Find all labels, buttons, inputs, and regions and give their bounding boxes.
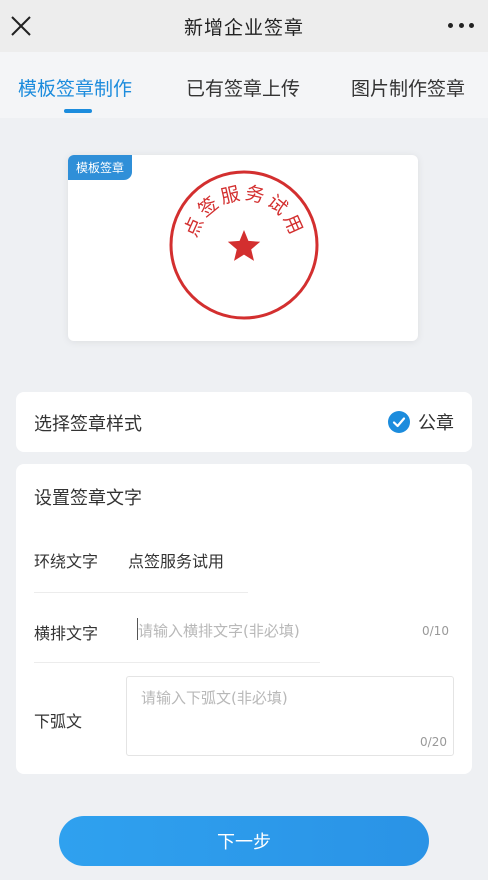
section-title: 设置签章文字 [34, 488, 142, 509]
tab-upload-seal[interactable]: 已有签章上传 [186, 74, 300, 101]
lower-arc-input[interactable]: 请输入下弧文(非必填) 0/20 [126, 676, 454, 756]
template-badge: 模板签章 [68, 155, 133, 180]
tab-bar: 模板签章制作 已有签章上传 图片制作签章 [0, 52, 488, 118]
lower-arc-label: 下弧文 [34, 712, 83, 731]
horizontal-text-input[interactable]: 请输入横排文字(非必填) [138, 620, 300, 641]
checkmark-icon[interactable] [388, 411, 410, 433]
seal-text-section: 设置签章文字 环绕文字 点签服务试用 横排文字 请输入横排文字(非必填) 0/1… [16, 464, 472, 774]
active-tab-indicator [64, 109, 92, 113]
divider [34, 662, 320, 663]
lower-arc-placeholder: 请输入下弧文(非必填) [141, 689, 288, 707]
seal-preview-card: 模板签章 点签服务试用 [68, 155, 418, 341]
next-step-button[interactable]: 下一步 [59, 816, 429, 866]
more-dots-icon[interactable] [448, 21, 474, 29]
seal-style-option[interactable]: 公章 [388, 409, 454, 435]
seal-style-option-label: 公章 [418, 413, 454, 434]
horizontal-text-counter: 0/10 [422, 624, 449, 638]
close-icon[interactable] [8, 13, 34, 39]
page-title: 新增企业签章 [183, 16, 304, 39]
seal-star-icon [227, 230, 261, 261]
divider [34, 592, 248, 593]
tab-image-seal[interactable]: 图片制作签章 [351, 74, 465, 101]
seal-style-section: 选择签章样式 公章 [16, 392, 472, 452]
surround-text-label: 环绕文字 [34, 552, 99, 571]
seal-style-label: 选择签章样式 [34, 414, 142, 435]
lower-arc-counter: 0/20 [420, 735, 447, 749]
horizontal-text-label: 横排文字 [34, 624, 99, 643]
surround-text-value[interactable]: 点签服务试用 [128, 548, 224, 572]
seal-preview: 点签服务试用 [169, 170, 319, 320]
tab-template-seal[interactable]: 模板签章制作 [18, 74, 132, 101]
top-navigation-bar: 新增企业签章 [0, 0, 488, 52]
